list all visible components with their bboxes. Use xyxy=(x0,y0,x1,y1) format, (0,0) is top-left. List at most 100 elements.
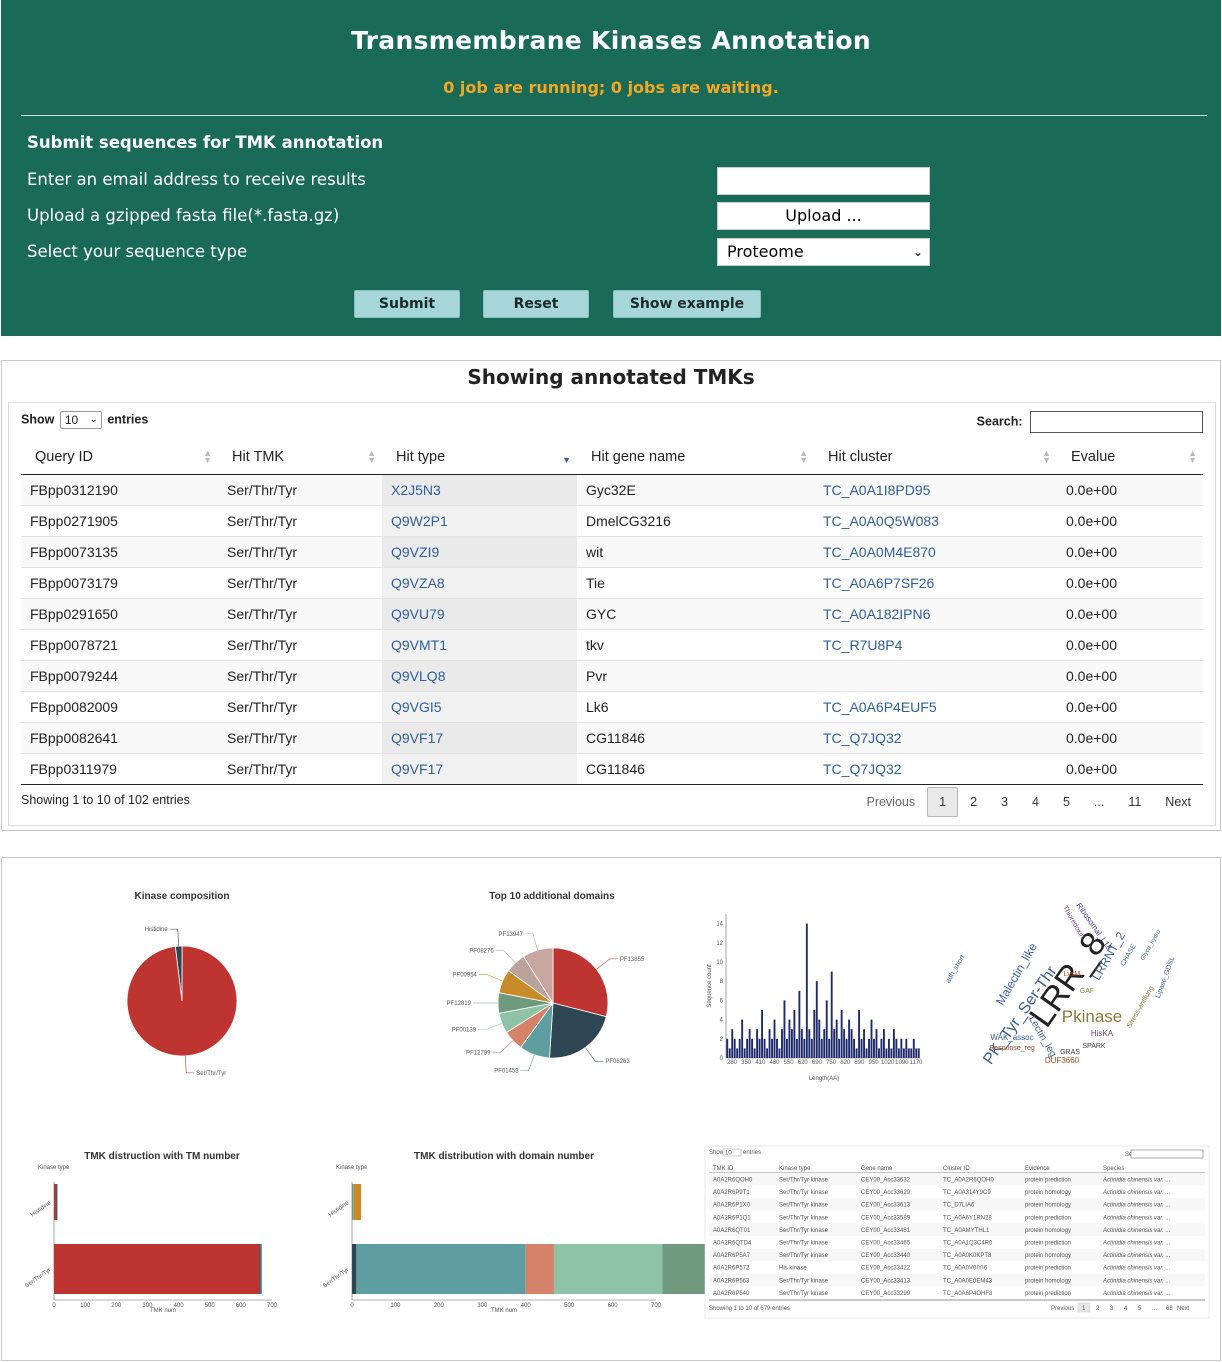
hit-type-link[interactable]: X2J5N3 xyxy=(391,482,441,498)
table-cell: Ser/Thr/Tyr xyxy=(218,535,382,567)
prev-page-button[interactable]: Previous xyxy=(854,788,927,816)
page-length-select[interactable]: 10 ⌄ xyxy=(59,411,102,429)
page-button-4[interactable]: 4 xyxy=(1020,788,1051,816)
table-cell: TC_A0A182IPN6 xyxy=(814,597,1057,629)
mini-table: Show10entriesSearch:TMK IDKinase typeGen… xyxy=(704,1145,1210,1319)
column-header-hit-gene-name[interactable]: Hit gene name ▲ ▼ xyxy=(577,441,814,475)
chart-title: TMK distribution with domain number xyxy=(414,1151,594,1162)
hist-x-tick: 480 xyxy=(769,1060,780,1066)
hit-cluster-link[interactable]: TC_A0A6P7SF26 xyxy=(823,575,934,591)
kinase-pie-leader xyxy=(169,928,180,947)
table-row: FBpp0073135 Ser/Thr/Tyr Q9VZI9 wit TC_A0A0M4… xyxy=(21,535,1203,567)
mini-cell: TC_A0A1Q3C4R0 xyxy=(943,1241,993,1247)
column-header-evalue[interactable]: Evalue ▲ ▼ xyxy=(1057,441,1203,475)
hit-cluster-link[interactable]: TC_A0A0M4E870 xyxy=(823,544,936,560)
hist-y-tick: 10 xyxy=(716,960,723,966)
hist-bar xyxy=(860,1038,863,1058)
mini-cell: TC_A0AMYTHL1 xyxy=(943,1228,990,1234)
hist-bar xyxy=(910,1048,913,1058)
hit-type-link[interactable]: Q9W2P1 xyxy=(391,513,448,529)
hit-type-link[interactable]: Q9VU79 xyxy=(391,606,445,622)
reset-button[interactable]: Reset xyxy=(483,290,589,318)
table-cell: 0.0e+00 xyxy=(1057,659,1203,691)
table-cell: Q9W2P1 xyxy=(382,504,577,536)
tm-bar-segment xyxy=(259,1244,261,1294)
wordcloud-word: Pkinase xyxy=(1062,1007,1122,1026)
wordcloud-word: SPARK xyxy=(1082,1043,1106,1050)
hist-y-tick: 12 xyxy=(716,941,723,947)
table-cell: 0.0e+00 xyxy=(1057,752,1203,785)
hit-type-link[interactable]: Q9VZA8 xyxy=(391,575,445,591)
kinase-pie-leader xyxy=(184,1055,195,1074)
hit-type-link[interactable]: Q9VF17 xyxy=(391,730,443,746)
hit-type-link[interactable]: Q9VF17 xyxy=(391,761,443,777)
table-cell: Lk6 xyxy=(577,690,814,722)
results-panel: Showing annotated TMKs Show 10 ⌄ entries … xyxy=(1,360,1221,831)
column-header-label: Hit cluster xyxy=(828,449,893,466)
table-body: FBpp0312190 Ser/Thr/Tyr X2J5N3 Gyc32E TC_A0A… xyxy=(21,473,1203,785)
mini-cell: CEY00_Acc33589 xyxy=(861,1215,911,1221)
hist-bar xyxy=(800,1029,803,1058)
table-cell: TC_A0A0Q5W083 xyxy=(814,504,1057,536)
mini-show-label: Show xyxy=(709,1150,725,1156)
column-header-query-id[interactable]: Query ID ▲ ▼ xyxy=(21,441,218,475)
hit-cluster-link[interactable]: TC_Q7JQ32 xyxy=(823,730,902,746)
page-button-5[interactable]: 5 xyxy=(1051,788,1082,816)
table-cell: FBpp0073179 xyxy=(21,566,218,598)
next-page-button[interactable]: Next xyxy=(1153,788,1203,816)
tm-bar-segment xyxy=(54,1184,57,1220)
mini-cell: Actinidia chinensis var. ... xyxy=(1102,1203,1170,1209)
hist-bar xyxy=(850,1029,853,1058)
wordcloud-word: Glyco_hydro xyxy=(1140,929,1162,962)
upload-button[interactable]: Upload ... xyxy=(717,202,930,230)
hit-cluster-link[interactable]: TC_A0A0Q5W083 xyxy=(823,513,939,529)
email-input[interactable] xyxy=(717,167,930,195)
page-button-1[interactable]: 1 xyxy=(927,787,959,817)
tm-bar-x-tick: 200 xyxy=(111,1303,122,1309)
mini-cell: CEY00_Acc33422 xyxy=(861,1266,911,1272)
search-input[interactable] xyxy=(1030,411,1203,433)
hit-type-link[interactable]: Q9VMT1 xyxy=(391,637,447,653)
hit-cluster-link[interactable]: TC_A0A182IPN6 xyxy=(823,606,930,622)
hit-type-link[interactable]: Q9VGI5 xyxy=(391,699,442,715)
chevron-down-icon: ⌄ xyxy=(89,414,98,425)
page-button-2[interactable]: 2 xyxy=(958,788,989,816)
hist-bar xyxy=(785,1038,788,1058)
table-cell: FBpp0271905 xyxy=(21,504,218,536)
hit-cluster-link[interactable]: TC_Q7JQ32 xyxy=(823,761,902,777)
hit-cluster-link[interactable]: TC_R7U8P4 xyxy=(823,637,902,653)
mini-column-header: Kinase type xyxy=(779,1166,811,1172)
hit-type-link[interactable]: Q9VLQ8 xyxy=(391,668,445,684)
column-header-hit-type[interactable]: Hit type ▼ xyxy=(382,441,577,475)
hist-bar xyxy=(828,1038,831,1058)
wordcloud-word: Stress-antifung xyxy=(1126,985,1156,1029)
column-header-hit-cluster[interactable]: Hit cluster ▲ ▼ xyxy=(814,441,1057,475)
seqtype-value: Proteome xyxy=(727,242,804,261)
tm-bar-category-label: Histidine xyxy=(30,1200,53,1218)
show-example-button[interactable]: Show example xyxy=(613,290,761,318)
mini-cell: CEY00_Acc33629 xyxy=(861,1190,911,1196)
mini-cell: Actinidia chinensis var. ... xyxy=(1102,1190,1170,1196)
submit-button[interactable]: Submit xyxy=(354,290,460,318)
submission-panel: Transmembrane Kinases Annotation 0 job a… xyxy=(1,0,1221,336)
hit-cluster-link[interactable]: TC_A0A6P4EUF5 xyxy=(823,699,937,715)
table-cell: 0.0e+00 xyxy=(1057,535,1203,567)
hist-bar xyxy=(788,1019,791,1058)
table-cell: Q9VZA8 xyxy=(382,566,577,598)
domain-bar-x-tick: 300 xyxy=(477,1303,488,1309)
hist-bar xyxy=(753,1048,756,1058)
seqtype-select[interactable]: Proteome ⌄ xyxy=(717,238,930,266)
divider xyxy=(21,115,1207,116)
mini-column-header: Species xyxy=(1103,1166,1124,1172)
column-header-hit-tmk[interactable]: Hit TMK ▲ ▼ xyxy=(218,441,382,475)
mini-entries-label: entries xyxy=(743,1150,761,1156)
domain-bar-x-tick: 500 xyxy=(564,1303,575,1309)
page-button-11[interactable]: 11 xyxy=(1116,788,1153,816)
charts-canvas: Kinase composition Histidine Ser/Thr/Tyr To… xyxy=(24,891,1210,1319)
hit-cluster-link[interactable]: TC_A0A1I8PD95 xyxy=(823,482,930,498)
hit-type-link[interactable]: Q9VZI9 xyxy=(391,544,439,560)
hist-bar xyxy=(845,1038,848,1058)
table-cell: FBpp0073135 xyxy=(21,535,218,567)
sort-desc-icon: ▼ xyxy=(562,455,571,465)
page-button-3[interactable]: 3 xyxy=(989,788,1020,816)
